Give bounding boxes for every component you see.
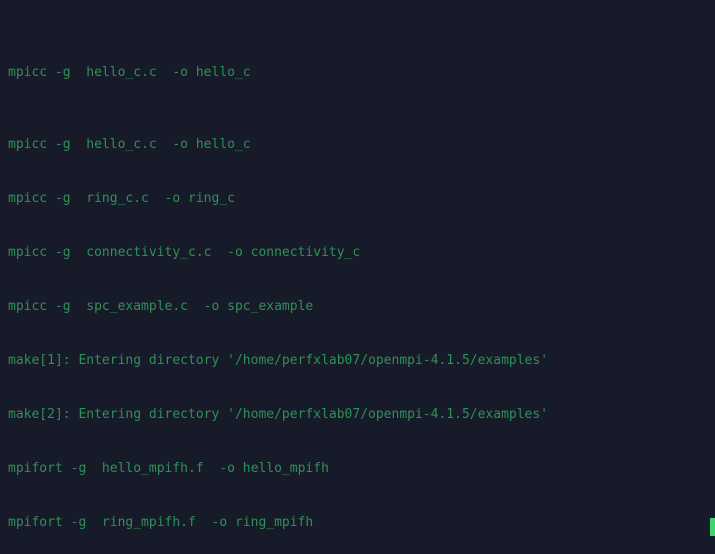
log-line: make[1]: Entering directory '/home/perfx…	[8, 353, 549, 368]
terminal-screen: mpicc -g hello_c.c -o hello_c mpicc -g h…	[0, 0, 715, 554]
log-line: mpicc -g ring_c.c -o ring_c	[8, 191, 235, 206]
log-line: mpicc -g spc_example.c -o spc_example	[8, 299, 314, 314]
log-line: make[2]: Entering directory '/home/perfx…	[8, 407, 549, 422]
log-line: mpifort -g hello_mpifh.f -o hello_mpifh	[8, 461, 329, 476]
scrollbar-thumb[interactable]	[710, 518, 715, 536]
terminal-window[interactable]: mpicc -g hello_c.c -o hello_c mpicc -g h…	[0, 0, 715, 554]
log-line: mpicc -g connectivity_c.c -o connectivit…	[8, 245, 361, 260]
log-line-clipped: mpicc -g hello_c.c -o hello_c	[8, 65, 251, 80]
log-line: mpicc -g hello_c.c -o hello_c	[8, 137, 251, 152]
log-line: mpifort -g ring_mpifh.f -o ring_mpifh	[8, 515, 314, 530]
